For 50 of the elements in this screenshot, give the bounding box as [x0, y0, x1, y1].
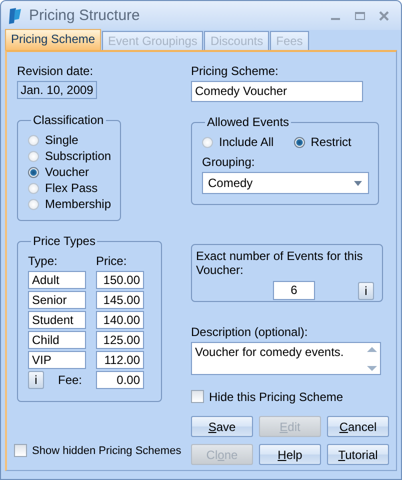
- button[interactable]: Cancel: [327, 416, 389, 437]
- input-field[interactable]: Student: [28, 311, 86, 329]
- radio-button[interactable]: Restrict: [294, 135, 352, 149]
- input-field[interactable]: 0.00: [96, 371, 144, 389]
- app-icon: [7, 6, 23, 24]
- caret-icon: [354, 180, 362, 186]
- group-title: Price Types: [32, 234, 96, 248]
- button[interactable]: Help: [259, 444, 321, 465]
- input-field[interactable]: 125.00: [96, 331, 144, 349]
- radio-button[interactable]: Voucher: [28, 165, 120, 179]
- radio-button[interactable]: Subscription: [28, 149, 120, 163]
- checkbox[interactable]: Show hidden Pricing Schemes: [14, 443, 182, 458]
- button[interactable]: Save: [191, 416, 253, 437]
- group-title: Classification: [32, 113, 105, 127]
- close-icon[interactable]: [377, 10, 391, 22]
- field-label: Pricing Scheme:: [191, 64, 280, 79]
- column-header: Type:: [28, 254, 58, 269]
- tab[interactable]: Pricing Scheme: [5, 29, 102, 50]
- scroll-arrows-icon: [366, 344, 378, 374]
- field-label: Revision date:: [17, 64, 94, 79]
- column-header: Price:: [96, 254, 128, 269]
- field-label: Grouping:: [202, 155, 256, 170]
- field-label: Fee:: [58, 373, 82, 387]
- text-area[interactable]: Voucher for comedy events.: [191, 342, 381, 375]
- info-button[interactable]: i: [358, 282, 374, 300]
- info-button[interactable]: i: [28, 371, 44, 389]
- radio-button[interactable]: Flex Pass: [28, 181, 120, 195]
- date-display: Jan. 10, 2009: [17, 81, 97, 99]
- field-label: Description (optional):: [191, 325, 309, 340]
- input-field[interactable]: Child: [28, 331, 86, 349]
- input-field[interactable]: Senior: [28, 291, 86, 309]
- input-field[interactable]: Comedy Voucher: [191, 81, 363, 102]
- input-field[interactable]: 140.00: [96, 311, 144, 329]
- radio-button[interactable]: Single: [28, 133, 120, 147]
- input-field[interactable]: VIP: [28, 351, 86, 369]
- field-label: Exact number of Events for this Voucher:: [196, 249, 364, 277]
- input-field[interactable]: 6: [273, 281, 315, 300]
- checkbox[interactable]: Hide this Pricing Scheme: [191, 389, 391, 404]
- button[interactable]: Tutorial: [327, 444, 389, 465]
- dropdown[interactable]: Comedy: [202, 172, 369, 194]
- text-area-value: Voucher for comedy events.: [195, 345, 344, 361]
- window-title: Pricing Structure: [29, 7, 141, 24]
- radio-button[interactable]: Include All: [202, 135, 274, 149]
- group-title: Allowed Events: [206, 115, 290, 129]
- dropdown-value: Comedy: [208, 176, 253, 190]
- input-field[interactable]: Adult: [28, 271, 86, 289]
- input-field[interactable]: 145.00: [96, 291, 144, 309]
- input-field[interactable]: 150.00: [96, 271, 144, 289]
- radio-button[interactable]: Membership: [28, 197, 120, 211]
- input-field[interactable]: 112.00: [96, 351, 144, 369]
